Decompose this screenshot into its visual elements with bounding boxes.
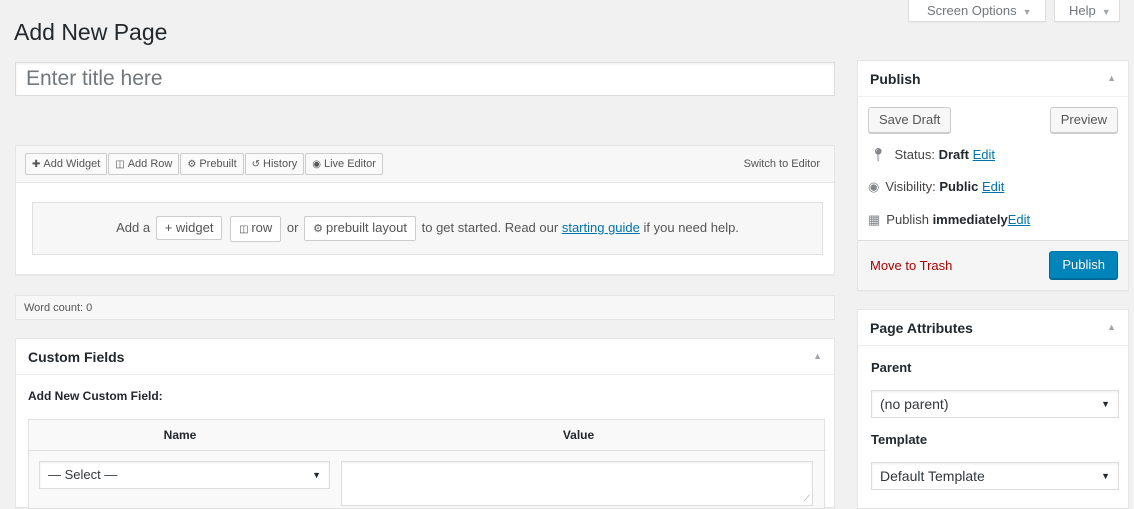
publish-date-row: ▦ Publish immediatelyEdit (868, 212, 1030, 228)
prebuilt-icon: ⚙ (313, 223, 327, 235)
template-select-value: Default Template (880, 468, 985, 484)
resize-handle-icon[interactable]: ⟋ (804, 493, 810, 504)
page-attributes-panel: Page Attributes ▲ Parent (no parent) ▼ T… (857, 309, 1129, 509)
visibility-value: Public (939, 179, 979, 194)
custom-fields-panel: Custom Fields ▲ Add New Custom Field: Na… (15, 338, 835, 509)
chevron-down-icon: ▼ (1022, 7, 1032, 17)
help-label: Help (1069, 3, 1096, 18)
add-widget-label: Add Widget (43, 158, 101, 170)
screen-options-tab[interactable]: Screen Options ▼ (908, 0, 1046, 22)
chevron-down-icon: ▼ (1101, 471, 1110, 481)
live-editor-label: Live Editor (323, 158, 376, 170)
page-builder-panel: ✚ Add Widget ◫ Add Row ⚙ Prebuilt ↺ History ◉ Liv… (15, 145, 835, 275)
prebuilt-layout-chip[interactable]: ⚙ prebuilt layout (304, 216, 416, 241)
calendar-icon: ▦ (868, 212, 881, 227)
custom-fields-heading: Custom Fields (28, 349, 125, 365)
template-label: Template (871, 432, 928, 447)
add-row-label: Add Row (127, 158, 173, 170)
add-widget-button[interactable]: ✚ Add Widget (25, 153, 108, 175)
save-draft-button[interactable]: Save Draft (868, 107, 952, 133)
custom-field-value-textarea[interactable]: ⟋ (341, 461, 813, 506)
status-row: 📍︎ Status: Draft Edit (870, 147, 995, 163)
edit-publish-date-link[interactable]: Edit (1008, 212, 1030, 227)
publish-actions: Move to Trash Publish (858, 240, 1128, 290)
title-placeholder: Enter title here (26, 67, 163, 90)
page-title: Add New Page (14, 19, 168, 45)
status-label: Status: (894, 147, 935, 162)
add-widget-chip[interactable]: + widget (155, 216, 223, 240)
history-icon: ↺ (251, 159, 261, 170)
columns-icon: ◫ (239, 224, 252, 235)
publish-date-label: Publish (886, 212, 929, 227)
publish-panel: Publish ▲ Save Draft Preview 📍︎ Status: D… (857, 60, 1129, 291)
parent-select[interactable]: (no parent) ▼ (871, 390, 1119, 418)
collapse-toggle-icon[interactable]: ▲ (813, 351, 822, 361)
row-chip-label: row (251, 220, 273, 235)
empty-middle: to get started. Read our (421, 220, 559, 235)
collapse-toggle-icon[interactable]: ▲ (1107, 322, 1116, 332)
page-attributes-heading: Page Attributes (870, 320, 973, 336)
value-column-header: Value (562, 428, 595, 442)
columns-icon: ◫ (115, 159, 125, 170)
divider (858, 345, 1128, 346)
publish-heading: Publish (870, 71, 921, 87)
visibility-label: Visibility: (885, 179, 936, 194)
prebuilt-icon: ⚙ (187, 159, 197, 170)
switch-to-editor-link[interactable]: Switch to Editor (744, 158, 820, 170)
plus-icon: + (164, 220, 176, 235)
prebuilt-chip-label: prebuilt layout (326, 220, 407, 235)
status-value: Draft (938, 147, 969, 162)
history-button[interactable]: ↺ History (244, 153, 305, 175)
add-row-button[interactable]: ◫ Add Row (108, 153, 180, 175)
plus-icon: ✚ (32, 159, 41, 170)
divider (858, 96, 1128, 97)
custom-fields-table: Name Value — Select — ▼ ⟋ (28, 419, 826, 509)
name-column-header: Name (163, 428, 197, 442)
prebuilt-button[interactable]: ⚙ Prebuilt (180, 153, 244, 175)
chevron-down-icon: ▼ (1101, 399, 1110, 409)
help-tab[interactable]: Help ▼ (1054, 0, 1120, 22)
empty-suffix: if you need help. (643, 220, 739, 235)
custom-field-name-select[interactable]: — Select — ▼ (39, 461, 330, 489)
add-new-custom-field-label: Add New Custom Field: (28, 389, 163, 403)
edit-status-link[interactable]: Edit (973, 147, 995, 162)
pin-icon: 📍︎ (870, 147, 887, 162)
chevron-down-icon: ▼ (312, 470, 321, 480)
empty-or: or (286, 220, 299, 235)
starting-guide-link[interactable]: starting guide (562, 220, 640, 235)
live-editor-button[interactable]: ◉ Live Editor (305, 153, 383, 175)
preview-button[interactable]: Preview (1049, 107, 1118, 133)
edit-visibility-link[interactable]: Edit (982, 179, 1004, 194)
template-select[interactable]: Default Template ▼ (871, 462, 1119, 490)
visibility-row: ◉ Visibility: Public Edit (868, 179, 1004, 195)
parent-select-value: (no parent) (880, 396, 949, 412)
divider (16, 374, 834, 375)
prebuilt-label: Prebuilt (199, 158, 237, 170)
title-input[interactable]: Enter title here (15, 62, 835, 96)
history-label: History (263, 158, 298, 170)
parent-label: Parent (871, 360, 912, 375)
add-row-chip[interactable]: ◫ row (230, 216, 282, 242)
divider (29, 450, 826, 451)
empty-prefix: Add a (116, 220, 151, 235)
collapse-toggle-icon[interactable]: ▲ (1107, 73, 1116, 83)
eye-icon: ◉ (312, 159, 321, 170)
page-builder-empty-state: Add a + widget ◫ row or ⚙ prebuilt layou… (32, 202, 823, 255)
word-count: Word count: 0 (15, 295, 835, 320)
publish-date-value: immediately (932, 212, 1008, 227)
screen-options-label: Screen Options (927, 3, 1017, 18)
eye-icon: ◉ (868, 179, 880, 194)
move-to-trash-link[interactable]: Move to Trash (870, 258, 952, 273)
widget-chip-label: widget (175, 220, 214, 235)
page-builder-toolbar: ✚ Add Widget ◫ Add Row ⚙ Prebuilt ↺ History ◉ Liv… (16, 146, 834, 183)
publish-button[interactable]: Publish (1049, 251, 1118, 279)
name-select-value: — Select — (48, 467, 118, 482)
chevron-down-icon: ▼ (1101, 7, 1111, 17)
